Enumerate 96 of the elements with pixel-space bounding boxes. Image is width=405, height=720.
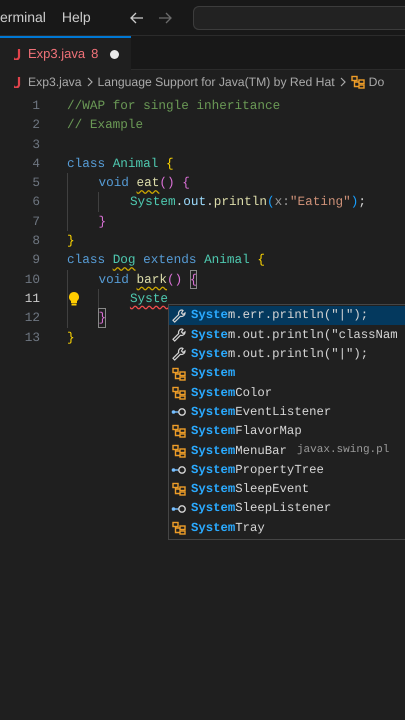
suggestion-item[interactable]: SystemColor: [169, 383, 405, 402]
suggestion-item[interactable]: SystemFlavorMap: [169, 422, 405, 442]
wrench-icon: [171, 328, 187, 342]
code-brace: (): [159, 174, 176, 192]
chevron-icon: [338, 77, 347, 87]
class-icon: [171, 366, 187, 381]
class-icon: [171, 482, 187, 496]
suggestion-item[interactable]: System.out.println("|");: [169, 344, 405, 364]
code-type: Syste: [130, 290, 168, 308]
suggestion-label: SystemSleepListener: [191, 500, 332, 518]
wrench-icon: [171, 308, 187, 323]
code-paren: (: [267, 193, 275, 212]
suggestion-label: SystemPropertyTree: [191, 462, 324, 479]
line-number: 10: [24, 270, 40, 289]
code-keyword: extends: [142, 251, 198, 270]
suggestion-label: SystemEventListener: [191, 404, 332, 421]
suggestion-label: System.err.println("|");: [191, 307, 368, 324]
line-number: 6: [31, 193, 40, 212]
code-string: "Eating": [290, 193, 351, 212]
suggestion-item[interactable]: SystemPropertyTree: [169, 460, 405, 480]
class-icon: [171, 520, 187, 535]
breadcrumb-item[interactable]: Exp3.java: [28, 72, 82, 92]
wrench-icon: [171, 347, 187, 362]
parameter-hint: x:: [274, 193, 290, 212]
suggestion-item[interactable]: System.err.println("|");: [169, 306, 405, 326]
suggestion-item[interactable]: System.out.println("classNam: [169, 325, 405, 345]
code-brace: }: [67, 232, 75, 250]
code-paren: ): [350, 193, 358, 212]
code-comment: //WAP for single inheritance: [67, 97, 280, 115]
line-number: 12: [24, 309, 40, 328]
code-keyword: void: [98, 174, 130, 192]
suggestion-detail: javax.swing.pl: [296, 443, 390, 458]
suggestion-label: SystemMenuBar: [191, 442, 287, 460]
class-icon: [171, 386, 187, 400]
line-number: 5: [31, 174, 40, 192]
line-number: 7: [31, 212, 40, 231]
suggestion-item[interactable]: SystemSleepListener: [169, 498, 405, 518]
line-number: 2: [31, 116, 40, 134]
suggestion-label: SystemSleepEvent: [191, 481, 310, 498]
code-method: bark: [136, 270, 168, 289]
suggestion-label: System.out.println("classNam: [191, 326, 398, 344]
code-type: Dog: [112, 251, 136, 270]
code-type: System: [130, 193, 176, 212]
code-type: Animal: [112, 154, 160, 173]
suggestion-item[interactable]: SystemTray: [169, 518, 405, 538]
code-keyword: void: [98, 270, 130, 289]
line-number: 1: [31, 97, 40, 115]
class-icon: [350, 75, 365, 89]
code-brace: {: [182, 174, 190, 192]
menu-item[interactable]: Help: [62, 7, 91, 28]
java-file-icon: [14, 48, 22, 60]
line-number: 4: [31, 154, 40, 173]
code-brace: }: [98, 308, 106, 328]
code-brace: }: [98, 212, 106, 231]
line-number: 3: [31, 136, 40, 154]
suggestion-label: SystemFlavorMap: [191, 423, 302, 440]
class-icon: [171, 444, 187, 458]
editor-tab[interactable]: Exp3.java 8: [0, 36, 132, 70]
line-number: 9: [31, 251, 40, 270]
search-field[interactable]: [192, 6, 405, 30]
line-number: 13: [24, 328, 40, 347]
code-method: println: [214, 193, 268, 212]
code-keyword: class: [67, 251, 106, 270]
suggestion-label: SystemColor: [191, 384, 272, 402]
menu-item[interactable]: erminal: [0, 7, 46, 28]
breadcrumb-item[interactable]: Language Support for Java(TM) by Red Hat: [98, 72, 335, 92]
suggestion-label: System.out.println("|");: [191, 346, 368, 364]
suggestion-item[interactable]: SystemEventListener: [169, 402, 405, 422]
lightbulb-icon[interactable]: [68, 290, 80, 306]
line-number: 11: [24, 290, 40, 308]
code-text: ;: [358, 193, 366, 212]
code-brace: (): [167, 270, 184, 289]
problem-count: 8: [91, 45, 98, 64]
suggestion-label: SystemTray: [191, 520, 265, 537]
back-arrow-icon[interactable]: [128, 10, 145, 26]
code-keyword: class: [67, 154, 106, 173]
suggestion-item[interactable]: System: [169, 364, 405, 384]
chevron-icon: [86, 77, 94, 87]
tab-label: Exp3.java: [28, 45, 86, 64]
code-brace: {: [257, 251, 265, 270]
code-method: eat: [136, 174, 160, 192]
code-text: .: [206, 193, 214, 212]
code-brace: }: [67, 328, 75, 347]
code-type: Animal: [204, 251, 251, 270]
suggestion-label: System: [191, 365, 236, 382]
code-brace: {: [166, 154, 174, 173]
class-icon: [171, 424, 187, 438]
breadcrumb-item[interactable]: Do: [368, 72, 384, 92]
suggestion-item[interactable]: SystemMenuBar javax.swing.pl: [169, 441, 405, 460]
code-comment: // Example: [67, 116, 144, 134]
code-field: out: [183, 192, 206, 212]
code-brace: {: [190, 270, 198, 289]
code-text: .: [176, 193, 184, 212]
line-number: 8: [31, 232, 40, 250]
suggestion-item[interactable]: SystemSleepEvent: [169, 480, 405, 499]
java-file-icon: [14, 76, 22, 88]
